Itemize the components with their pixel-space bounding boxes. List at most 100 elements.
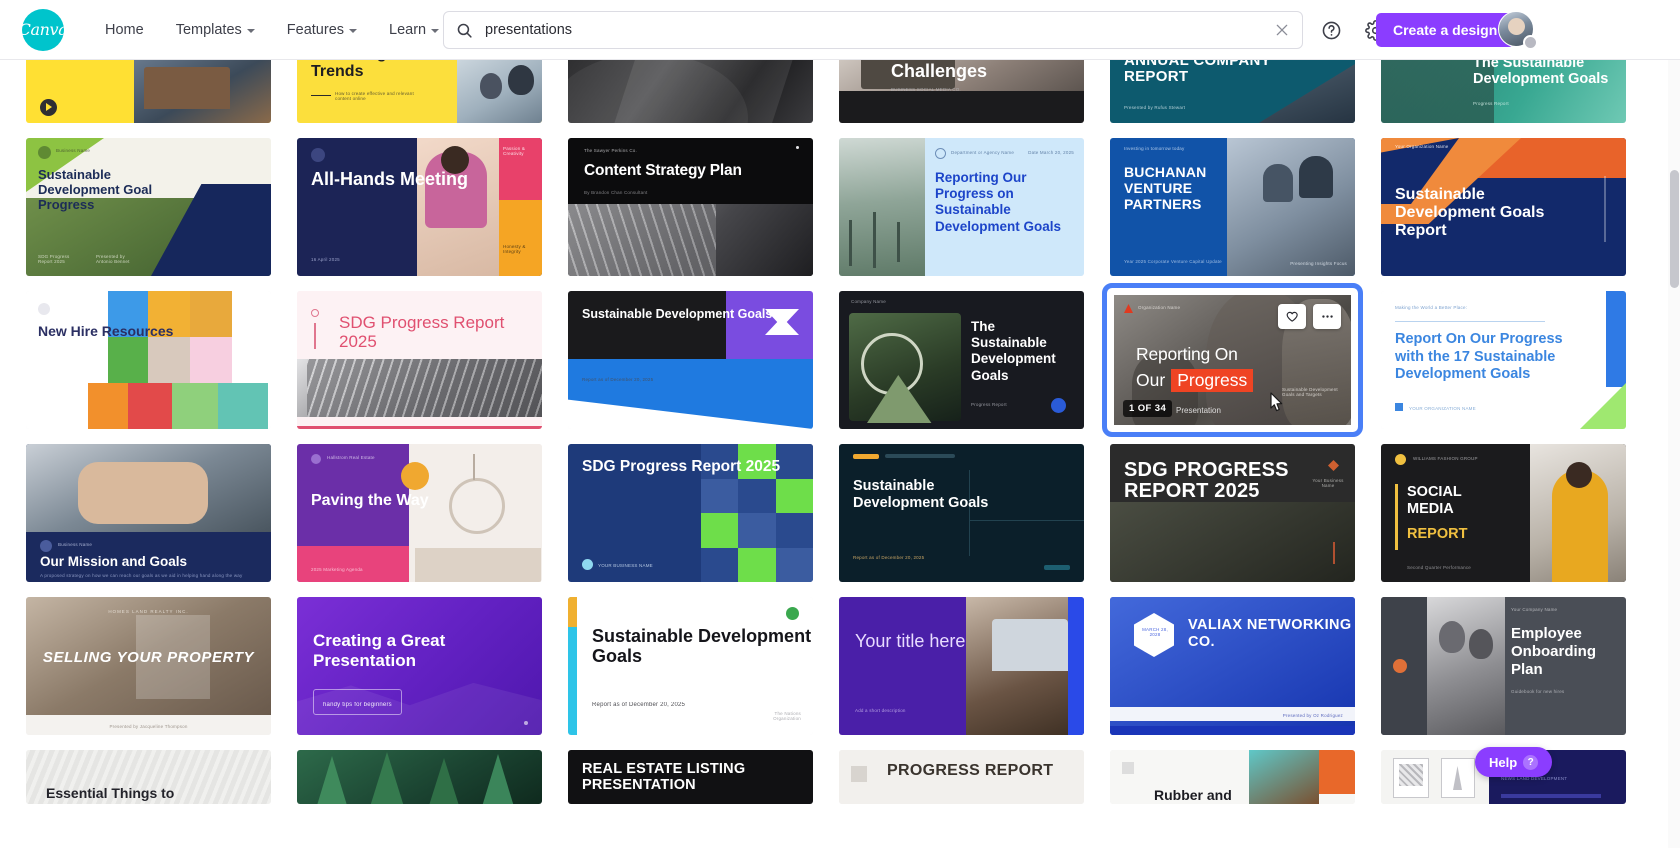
template-card[interactable]: Remote Work Challenges BUSINESS SOCIAL M… — [839, 60, 1084, 123]
chevron-down-icon — [349, 28, 358, 33]
template-card[interactable]: SDG Progress Report 2025 — [297, 291, 542, 429]
template-subtitle: By Brandon Chan Consultant — [584, 190, 648, 195]
template-card[interactable]: HOMES LAND REALTY INC. SELLING YOUR PROP… — [26, 597, 271, 735]
template-title: The Sustainable Development Goals — [1473, 60, 1609, 88]
template-footnote: BUSINESS SOCIAL MEDIA CO. — [891, 87, 961, 92]
template-title: SDG Progress Report 2025 — [582, 458, 781, 475]
nav-item-learn[interactable]: Learn — [376, 14, 452, 46]
card-hover-actions — [1278, 304, 1341, 329]
template-card[interactable]: Business Name Sustainable Development Go… — [26, 138, 271, 276]
template-card[interactable]: Hallstrom Real Estate Paving the Way 202… — [297, 444, 542, 582]
search-bar[interactable] — [443, 11, 1303, 49]
template-title: All-Hands Meeting — [311, 169, 469, 189]
template-card[interactable]: WITH EASE — [26, 60, 271, 123]
template-card[interactable]: MARCH 28, 2028 VALIAX NETWORKING CO. Pre… — [1110, 597, 1355, 735]
template-subtitle: Presented by Jacqueline Thompson — [109, 723, 188, 729]
template-card[interactable]: PROGRESS REPORT — [839, 750, 1084, 804]
header-icon-group — [1300, 17, 1388, 43]
template-card[interactable]: REAL ESTATE LISTING PRESENTATION — [568, 750, 813, 804]
template-date-label: Date March 20, 2025 — [1028, 150, 1074, 155]
nav-label: Home — [105, 21, 144, 38]
template-card[interactable]: The Sawyer Perkins Co. Content Strategy … — [568, 138, 813, 276]
template-brand: Your Organization Name — [1395, 144, 1449, 149]
template-brand: The Sawyer Perkins Co. — [584, 148, 637, 153]
template-card[interactable]: Investing in tomorrow today BUCHANAN VEN… — [1110, 138, 1355, 276]
template-title: Marketing Trends — [311, 60, 387, 80]
template-card[interactable]: Essential Things to — [26, 750, 271, 804]
template-card[interactable]: Creating a Great Presentation handy tips… — [297, 597, 542, 735]
nav-item-features[interactable]: Features — [274, 14, 370, 46]
ellipsis-icon[interactable] — [1313, 304, 1341, 329]
template-brand: Business Name — [56, 148, 91, 153]
template-card[interactable]: Making the World a Better Place: Report … — [1381, 291, 1626, 429]
question-mark-icon: ? — [1523, 754, 1539, 770]
template-card[interactable]: Company Name The Sustainable Development… — [839, 291, 1084, 429]
nav-item-home[interactable]: Home — [92, 14, 157, 46]
template-eyebrow: HOMES LAND REALTY INC. — [108, 609, 189, 614]
template-eyebrow: Investing in tomorrow today — [1124, 146, 1185, 151]
page-scrollbar[interactable] — [1668, 60, 1680, 848]
template-grid: WITH EASE Marketing Trends How to create… — [0, 60, 1680, 804]
template-subtitle: Progress Report — [1473, 101, 1509, 106]
template-title: The Sustainable Development Goals — [971, 319, 1056, 383]
nav-label: Features — [286, 21, 345, 38]
template-title: Sustainable Development Goals — [582, 307, 773, 321]
template-card-selected[interactable]: Organization Name Reporting On Our Progr… — [1102, 283, 1363, 437]
template-card[interactable]: Sustainable Development Goals Report as … — [839, 444, 1084, 582]
template-subtitle: Second Quarter Performance — [1407, 564, 1471, 570]
template-footnote: SDG Progress Report 2025 — [38, 253, 70, 264]
template-card[interactable]: WILLIAMS FASHION GROUP SOCIAL MEDIA REPOR… — [1381, 444, 1626, 582]
template-card[interactable]: Sustainable Development Goals Report as … — [568, 597, 813, 735]
template-card[interactable]: Department or Agency Name Date March 20,… — [839, 138, 1084, 276]
heart-icon[interactable] — [1278, 304, 1306, 329]
template-title: Reporting Our Progress on Sustainable De… — [935, 170, 1062, 234]
template-card[interactable]: Rubber and — [1110, 750, 1355, 804]
template-subtitle: Progress Report — [971, 401, 1007, 407]
template-card[interactable] — [568, 60, 813, 123]
template-brand: YOUR BUSINESS NAME — [598, 562, 653, 568]
template-subtitle: Report as of December 20, 2025 — [592, 702, 686, 709]
template-side-a: Passion & Creativity — [503, 146, 526, 157]
template-card[interactable]: All-Hands Meeting 16 April 2025 Passion … — [297, 138, 542, 276]
template-brand: Organization Name — [1138, 305, 1181, 310]
template-title: PROGRESS REPORT — [887, 762, 1054, 779]
clear-search-icon[interactable] — [1274, 22, 1290, 38]
template-brand: Your Company Name — [1511, 607, 1558, 612]
help-button[interactable]: Help ? — [1475, 747, 1553, 777]
template-title: VALIAX NETWORKING CO. — [1188, 617, 1352, 651]
template-footnote: Year 2025 Corporate Venture Capital Upda… — [1124, 258, 1222, 264]
avatar[interactable] — [1498, 11, 1538, 50]
template-card[interactable]: SDG PROGRESS ANNUAL COMPANY REPORT Prese… — [1110, 60, 1355, 123]
template-subtitle: 2025 Marketing Agenda — [311, 566, 363, 572]
canva-logo[interactable]: Canva — [19, 8, 68, 51]
template-card[interactable]: Your Organization Name Sustainable Devel… — [1381, 138, 1626, 276]
help-circle-icon[interactable] — [1318, 17, 1344, 43]
template-card[interactable]: Business Name Our Mission and Goals A pr… — [26, 444, 271, 582]
template-card[interactable]: Marketing Trends How to create effective… — [297, 60, 542, 123]
help-label: Help — [1489, 754, 1518, 770]
template-subtitle: How to create effective and relevant con… — [335, 91, 414, 102]
logo-text: Canva — [18, 20, 68, 39]
template-subtitle: handy tips for beginners — [323, 702, 392, 708]
template-title: SDG PROGRESS REPORT 2025 — [1124, 459, 1289, 502]
template-title: Our Mission and Goals — [40, 554, 188, 569]
template-card[interactable]: SDG PROGRESS REPORT 2025 Your Business N… — [1110, 444, 1355, 582]
template-card[interactable]: SDG Progress Report 2025 YOUR BUSINESS N… — [568, 444, 813, 582]
template-brand: Company Name — [851, 299, 886, 304]
template-title: SDG Progress Report 2025 — [339, 313, 505, 352]
search-input[interactable] — [483, 21, 1274, 39]
search-icon — [456, 22, 473, 39]
nav-item-templates[interactable]: Templates — [163, 14, 268, 46]
template-card[interactable]: The Sustainable Development Goals Progre… — [1381, 60, 1626, 123]
template-card[interactable] — [297, 750, 542, 804]
template-title: Report On Our Progress with the 17 Susta… — [1395, 331, 1563, 383]
scrollbar-thumb[interactable] — [1670, 170, 1679, 288]
template-card[interactable]: Sustainable Development Goals Report as … — [568, 291, 813, 429]
nav-label: Learn — [389, 21, 427, 38]
page-count-badge: 1 OF 34 — [1123, 400, 1173, 417]
template-card[interactable]: Your Company Name Employee Onboarding Pl… — [1381, 597, 1626, 735]
template-card[interactable]: Your title here Add a short description — [839, 597, 1084, 735]
create-a-design-button[interactable]: Create a design — [1376, 13, 1515, 47]
template-card[interactable]: New Hire Resources — [26, 291, 271, 429]
template-subtitle: Presented by Oz Rodriguez — [1282, 712, 1343, 718]
